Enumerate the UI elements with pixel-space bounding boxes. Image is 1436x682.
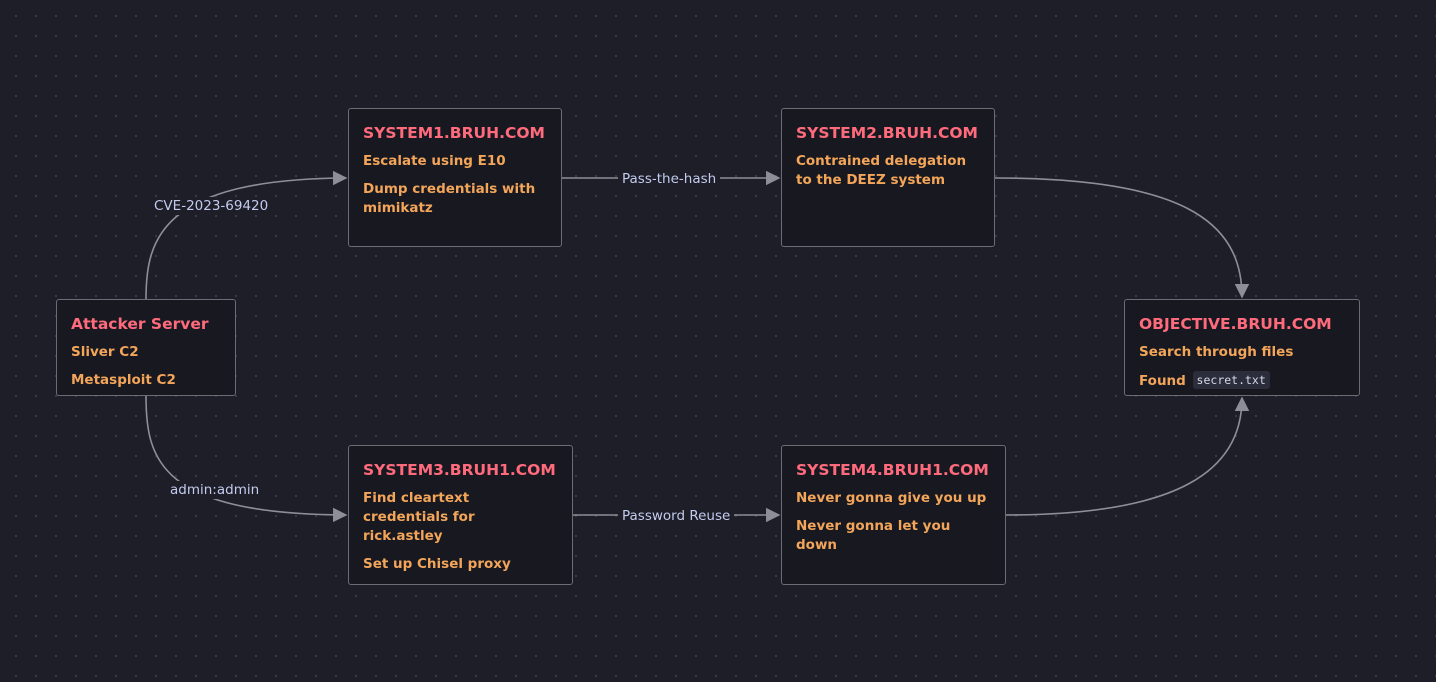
node-text: Search through files (1139, 344, 1294, 360)
node-text: Find cleartext credentials for rick.astl… (363, 490, 475, 544)
node-text: Never gonna give you up (796, 490, 987, 506)
edge-label-admin-admin: admin:admin (166, 481, 264, 499)
node-text: Metasploit C2 (71, 372, 176, 388)
edge-label-cve: CVE-2023-69420 (150, 197, 273, 215)
edge-label-password-reuse: Password Reuse (618, 507, 735, 525)
node-text: Never gonna let you down (796, 518, 951, 553)
node-system2[interactable]: SYSTEM2.BRUH.COM Contrained delegation t… (781, 108, 995, 247)
edge-system4-to-objective (1005, 396, 1250, 516)
found-label: Found (1139, 373, 1186, 389)
node-text: Sliver C2 (71, 344, 139, 360)
node-system1[interactable]: SYSTEM1.BRUH.COM Escalate using E10 Dump… (348, 108, 562, 247)
node-title: SYSTEM1.BRUH.COM (363, 124, 545, 142)
node-title: OBJECTIVE.BRUH.COM (1139, 315, 1332, 333)
node-text: Set up Chisel proxy (363, 556, 511, 572)
node-objective[interactable]: OBJECTIVE.BRUH.COM Search through files … (1124, 299, 1360, 396)
node-title: Attacker Server (71, 315, 209, 333)
node-text: Contrained delegation to the DEEZ system (796, 153, 967, 188)
edge-label-pass-the-hash: Pass-the-hash (618, 170, 721, 188)
node-text-found: Found secret.txt (1139, 371, 1345, 391)
node-text: Dump credentials with mimikatz (363, 181, 536, 216)
code-secret-file: secret.txt (1192, 371, 1270, 389)
node-system3[interactable]: SYSTEM3.BRUH1.COM Find cleartext credent… (348, 445, 573, 585)
node-text: Escalate using E10 (363, 153, 506, 169)
node-system4[interactable]: SYSTEM4.BRUH1.COM Never gonna give you u… (781, 445, 1006, 585)
node-attacker-server[interactable]: Attacker Server Sliver C2 Metasploit C2 (56, 299, 236, 396)
node-title: SYSTEM2.BRUH.COM (796, 124, 978, 142)
node-title: SYSTEM3.BRUH1.COM (363, 461, 556, 479)
node-title: SYSTEM4.BRUH1.COM (796, 461, 989, 479)
diagram-canvas: CVE-2023-69420 admin:admin Pass-the-hash… (0, 0, 1436, 682)
edge-system2-to-objective (994, 177, 1250, 299)
